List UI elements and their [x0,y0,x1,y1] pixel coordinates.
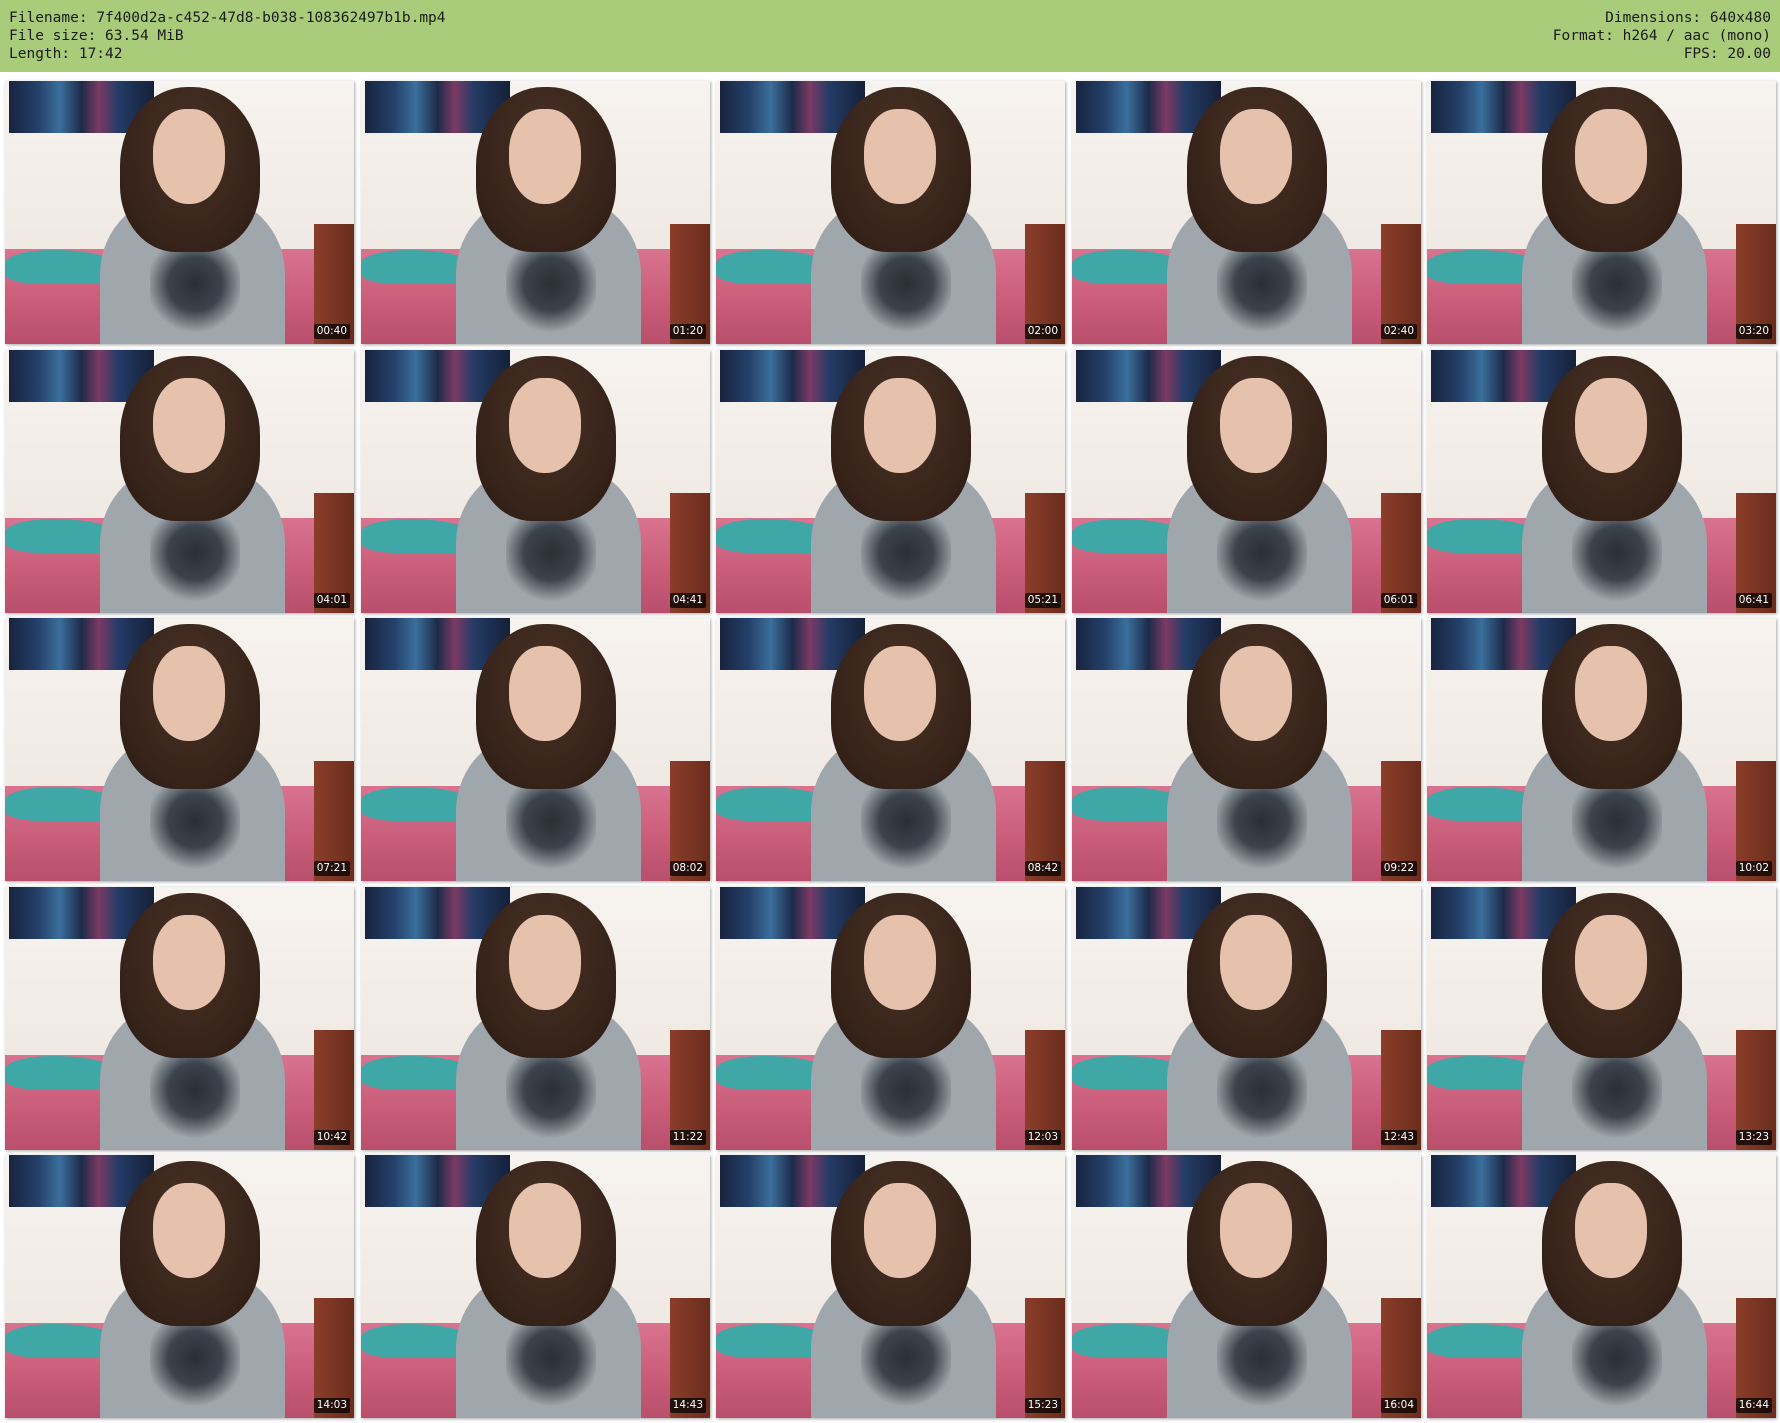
person-face [1575,1183,1647,1278]
thumbnail-timestamp: 04:41 [669,593,706,608]
video-thumbnail[interactable]: 13:23 [1427,887,1776,1150]
length-label: Length: [9,46,71,62]
thumbnail-timestamp: 03:20 [1735,324,1772,339]
length-value: 17:42 [78,46,123,62]
video-thumbnail[interactable]: 00:40 [5,81,354,344]
person-face [1575,915,1647,1010]
person-face [1220,378,1292,473]
thumbnail-timestamp: 08:42 [1024,861,1061,876]
person-face [1220,646,1292,741]
dimensions-value: 640x480 [1709,10,1771,26]
info-header: Filename: 7f400d2a-c452-47d8-b038-108362… [0,0,1780,72]
video-thumbnail[interactable]: 02:00 [716,81,1065,344]
format-value: h264 / aac (mono) [1622,28,1771,44]
person-face [153,915,225,1010]
thumbnail-timestamp: 11:22 [669,1130,706,1145]
thumbnail-timestamp: 04:01 [313,593,350,608]
video-thumbnail[interactable]: 11:22 [361,887,710,1150]
person-face [509,646,581,741]
thumbnail-timestamp: 16:04 [1380,1398,1417,1413]
thumbnail-timestamp: 14:43 [669,1398,706,1413]
person-face [153,109,225,204]
video-thumbnail[interactable]: 16:04 [1072,1155,1421,1418]
thumbnail-timestamp: 00:40 [313,324,350,339]
video-thumbnail[interactable]: 04:01 [5,350,354,613]
video-thumbnail[interactable]: 12:03 [716,887,1065,1150]
thumbnail-timestamp: 07:21 [313,861,350,876]
thumbnail-timestamp: 14:03 [313,1398,350,1413]
video-thumbnail[interactable]: 10:02 [1427,618,1776,881]
video-thumbnail[interactable]: 04:41 [361,350,710,613]
video-thumbnail[interactable]: 06:01 [1072,350,1421,613]
person-face [509,1183,581,1278]
video-thumbnail[interactable]: 06:41 [1427,350,1776,613]
thumbnail-grid: 00:40 01:20 02:00 02:40 03:20 04:01 04:41 05:21… [0,72,1780,1423]
thumbnail-timestamp: 16:44 [1735,1398,1772,1413]
fps-line: FPS: 20.00 [1553,45,1771,63]
person-face [153,378,225,473]
thumbnail-timestamp: 09:22 [1380,861,1417,876]
person-face [864,109,936,204]
person-face [153,1183,225,1278]
person-face [509,378,581,473]
format-line: Format: h264 / aac (mono) [1553,27,1771,45]
video-thumbnail[interactable]: 15:23 [716,1155,1065,1418]
video-thumbnail[interactable]: 01:20 [361,81,710,344]
video-thumbnail[interactable]: 14:03 [5,1155,354,1418]
person-face [509,915,581,1010]
dimensions-label: Dimensions: [1605,10,1702,26]
video-thumbnail[interactable]: 07:21 [5,618,354,881]
person-face [864,378,936,473]
video-thumbnail[interactable]: 05:21 [716,350,1065,613]
person-face [1220,915,1292,1010]
video-thumbnail[interactable]: 09:22 [1072,618,1421,881]
person-face [1575,646,1647,741]
filesize-line: File size: 63.54 MiB [9,27,446,45]
thumbnail-timestamp: 08:02 [669,861,706,876]
thumbnail-timestamp: 12:43 [1380,1130,1417,1145]
thumbnail-timestamp: 10:42 [313,1130,350,1145]
thumbnail-timestamp: 06:01 [1380,593,1417,608]
fps-value: 20.00 [1727,46,1771,62]
thumbnail-timestamp: 10:02 [1735,861,1772,876]
filename-value: 7f400d2a-c452-47d8-b038-108362497b1b.mp4 [96,10,446,26]
thumbnail-timestamp: 12:03 [1024,1130,1061,1145]
video-thumbnail[interactable]: 10:42 [5,887,354,1150]
video-thumbnail[interactable]: 08:02 [361,618,710,881]
dimensions-line: Dimensions: 640x480 [1553,9,1771,27]
person-face [864,915,936,1010]
filesize-value: 63.54 MiB [105,28,184,44]
video-thumbnail[interactable]: 02:40 [1072,81,1421,344]
thumbnail-timestamp: 06:41 [1735,593,1772,608]
person-face [1575,109,1647,204]
filename-line: Filename: 7f400d2a-c452-47d8-b038-108362… [9,9,446,27]
person-face [1220,1183,1292,1278]
person-face [864,646,936,741]
person-face [509,109,581,204]
format-label: Format: [1552,28,1614,44]
person-face [153,646,225,741]
thumbnail-timestamp: 02:00 [1024,324,1061,339]
video-thumbnail[interactable]: 08:42 [716,618,1065,881]
thumbnail-timestamp: 01:20 [669,324,706,339]
thumbnail-timestamp: 05:21 [1024,593,1061,608]
video-thumbnail[interactable]: 03:20 [1427,81,1776,344]
length-line: Length: 17:42 [9,45,446,63]
video-thumbnail[interactable]: 16:44 [1427,1155,1776,1418]
thumbnail-timestamp: 02:40 [1380,324,1417,339]
video-thumbnail[interactable]: 12:43 [1072,887,1421,1150]
person-face [1575,378,1647,473]
filename-label: Filename: [9,10,88,26]
media-info: Dimensions: 640x480 Format: h264 / aac (… [1553,9,1771,63]
thumbnail-timestamp: 15:23 [1024,1398,1061,1413]
person-face [864,1183,936,1278]
fps-label: FPS: [1683,46,1719,62]
video-thumbnail[interactable]: 14:43 [361,1155,710,1418]
file-info: Filename: 7f400d2a-c452-47d8-b038-108362… [9,9,446,63]
thumbnail-timestamp: 13:23 [1735,1130,1772,1145]
filesize-label: File size: [9,28,97,44]
person-face [1220,109,1292,204]
